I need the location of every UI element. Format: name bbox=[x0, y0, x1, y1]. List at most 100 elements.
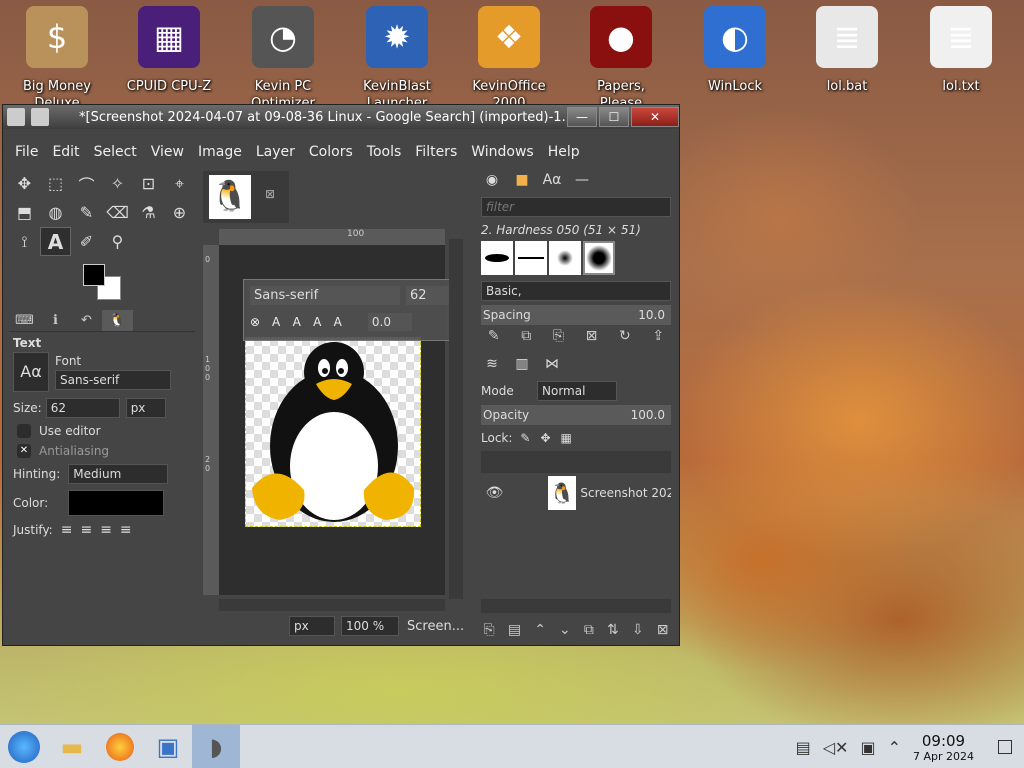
menu-tools[interactable]: Tools bbox=[367, 144, 402, 160]
desktop-icon[interactable]: $Big Money Deluxe bbox=[10, 6, 104, 112]
spacing-slider[interactable]: Spacing 10.0 bbox=[481, 305, 671, 325]
canvas-horizontal-scrollbar[interactable] bbox=[219, 599, 445, 611]
zoom-icon[interactable]: ⚲ bbox=[102, 227, 133, 256]
desktop-icon[interactable]: ✹KevinBlast Launcher bbox=[350, 6, 444, 112]
antialiasing-checkbox[interactable]: ✕ bbox=[17, 444, 31, 458]
overlay-style-buttons[interactable]: ⊗AAAA bbox=[250, 315, 354, 329]
layers-tab-icon[interactable]: ≋ bbox=[477, 356, 507, 372]
brush-line[interactable] bbox=[515, 241, 547, 275]
pin-icon[interactable] bbox=[31, 108, 49, 126]
drawing-canvas[interactable]: Sans-serif 62 ⊗AAAA 0.0 bbox=[219, 245, 461, 595]
bucket-fill-icon[interactable]: ⬒ bbox=[9, 198, 40, 227]
tray-expand-icon[interactable]: ⌃ bbox=[888, 738, 901, 757]
desktop-icon[interactable]: ◔Kevin PC Optimizer Ho... bbox=[236, 6, 330, 112]
layer-action-buttons[interactable]: ⎘ ▤ ⌃ ⌄ ⧉ ⇅ ⇩ ⊠ bbox=[477, 619, 675, 641]
image-tab[interactable]: 🐧 ⊠ bbox=[203, 171, 289, 223]
desktop-icon[interactable]: ◐ WinLock bbox=[688, 6, 782, 112]
brush-filter-input[interactable]: filter bbox=[481, 197, 671, 217]
window-menu-icon[interactable] bbox=[7, 108, 25, 126]
canvas-vertical-scrollbar[interactable] bbox=[449, 239, 463, 599]
mode-select[interactable]: Normal bbox=[537, 381, 617, 401]
desktop-icon[interactable]: ▦ CPUID CPU-Z bbox=[122, 6, 216, 112]
use-editor-checkbox[interactable] bbox=[17, 424, 31, 438]
tool-tab-1-icon[interactable]: ℹ bbox=[40, 310, 71, 331]
paint-icon[interactable]: ◍ bbox=[40, 198, 71, 227]
gradient-tab-icon[interactable]: — bbox=[567, 172, 597, 188]
visibility-eye-icon[interactable]: 👁 bbox=[481, 485, 508, 501]
size-field[interactable]: 62 bbox=[45, 398, 120, 418]
font-tab-icon[interactable]: Aα bbox=[537, 172, 567, 188]
menu-file[interactable]: File bbox=[15, 144, 38, 160]
clone-icon[interactable]: ⚗ bbox=[133, 198, 164, 227]
pattern-tab-icon[interactable]: ■ bbox=[507, 172, 537, 188]
justify-buttons[interactable]: ≡≡≡≡ bbox=[61, 522, 140, 538]
tool-tab-3-icon[interactable]: 🐧 bbox=[102, 310, 133, 331]
brush-preset-select[interactable]: Basic, bbox=[481, 281, 671, 301]
tool-tab-2-icon[interactable]: ↶ bbox=[71, 310, 102, 331]
text-tool-icon[interactable]: A bbox=[40, 227, 71, 256]
rect-select-icon[interactable]: ⬚ bbox=[40, 169, 71, 198]
brush-ellipse[interactable] bbox=[481, 241, 513, 275]
minimize-button[interactable]: — bbox=[567, 107, 597, 127]
desktop-icon[interactable]: ≣ lol.bat bbox=[800, 6, 894, 112]
clock[interactable]: 09:09 7 Apr 2024 bbox=[913, 732, 974, 763]
volume-muted-icon[interactable]: ◁✕ bbox=[823, 738, 849, 757]
menu-colors[interactable]: Colors bbox=[309, 144, 353, 160]
lock-buttons[interactable]: ✎✥▦ bbox=[520, 431, 581, 445]
overlay-font-field[interactable]: Sans-serif bbox=[250, 286, 400, 305]
menu-help[interactable]: Help bbox=[548, 144, 580, 160]
brush-soft[interactable] bbox=[549, 241, 581, 275]
layers-scrollbar[interactable] bbox=[481, 599, 671, 613]
penguin-image[interactable] bbox=[245, 337, 421, 527]
text-color-button[interactable] bbox=[68, 490, 165, 516]
desktop-icon[interactable]: ≣ lol.txt bbox=[914, 6, 1008, 112]
move-tool-icon[interactable]: ✥ bbox=[9, 169, 40, 198]
opacity-slider[interactable]: Opacity 100.0 bbox=[481, 405, 671, 425]
network-icon[interactable]: ▣ bbox=[860, 738, 875, 757]
layer-row[interactable]: 👁 🐧 Screenshot 2024 bbox=[481, 475, 671, 511]
fuzzy-select-icon[interactable]: ✧ bbox=[102, 169, 133, 198]
close-button[interactable]: ✕ bbox=[631, 107, 679, 127]
desktop-icon[interactable]: ❖KevinOffice 2000 bbox=[462, 6, 556, 112]
unit-select[interactable]: px bbox=[289, 616, 335, 636]
menu-windows[interactable]: Windows bbox=[471, 144, 534, 160]
text-tool-overlay[interactable]: Sans-serif 62 ⊗AAAA 0.0 bbox=[243, 279, 461, 341]
control-panel-button[interactable]: ▣ bbox=[144, 725, 192, 768]
show-desktop-icon[interactable] bbox=[998, 740, 1012, 754]
channels-tab-icon[interactable]: ▥ bbox=[507, 356, 537, 372]
brush-action-buttons[interactable]: ✎ ⧉ ⎘ ⊠ ↻ ⇪ bbox=[477, 325, 675, 347]
transform-icon[interactable]: ⌖ bbox=[164, 169, 195, 198]
font-preview[interactable]: Aα bbox=[13, 352, 49, 392]
overlay-baseline-field[interactable]: 0.0 bbox=[367, 313, 412, 331]
maximize-button[interactable]: ☐ bbox=[599, 107, 629, 127]
smudge-icon[interactable]: ⊕ bbox=[164, 198, 195, 227]
close-image-icon[interactable]: ⊠ bbox=[265, 187, 275, 201]
firefox-button[interactable] bbox=[96, 725, 144, 768]
menu-image[interactable]: Image bbox=[198, 144, 242, 160]
tool-tab-0-icon[interactable]: ⌨ bbox=[9, 310, 40, 331]
size-unit-select[interactable]: px bbox=[125, 398, 166, 418]
crop-icon[interactable]: ⊡ bbox=[133, 169, 164, 198]
menu-view[interactable]: View bbox=[151, 144, 184, 160]
foreground-color[interactable] bbox=[83, 264, 105, 286]
eraser-icon[interactable]: ⌫ bbox=[102, 198, 133, 227]
paintbrush-icon[interactable]: ✎ bbox=[71, 198, 102, 227]
brush-hardness-050[interactable] bbox=[583, 241, 615, 275]
lasso-icon[interactable]: ⌒ bbox=[71, 169, 102, 198]
gimp-window[interactable]: *[Screenshot 2024-04-07 at 09-08-36 Linu… bbox=[2, 104, 680, 646]
menu-layer[interactable]: Layer bbox=[256, 144, 295, 160]
menu-edit[interactable]: Edit bbox=[52, 144, 79, 160]
zoom-select[interactable]: 100 % bbox=[341, 616, 399, 636]
clipboard-icon[interactable]: ▤ bbox=[796, 738, 811, 757]
path-icon[interactable]: ⟟ bbox=[9, 227, 40, 256]
brush-list[interactable] bbox=[481, 241, 675, 275]
color-picker-icon[interactable]: ✐ bbox=[71, 227, 102, 256]
menu-select[interactable]: Select bbox=[94, 144, 137, 160]
start-button[interactable] bbox=[0, 725, 48, 768]
file-manager-button[interactable]: ▬ bbox=[48, 725, 96, 768]
brush-tab-icon[interactable]: ◉ bbox=[477, 172, 507, 188]
paths-tab-icon[interactable]: ⋈ bbox=[537, 356, 567, 372]
font-field[interactable]: Sans-serif bbox=[55, 370, 171, 390]
menu-filters[interactable]: Filters bbox=[415, 144, 457, 160]
title-bar[interactable]: *[Screenshot 2024-04-07 at 09-08-36 Linu… bbox=[3, 105, 679, 129]
